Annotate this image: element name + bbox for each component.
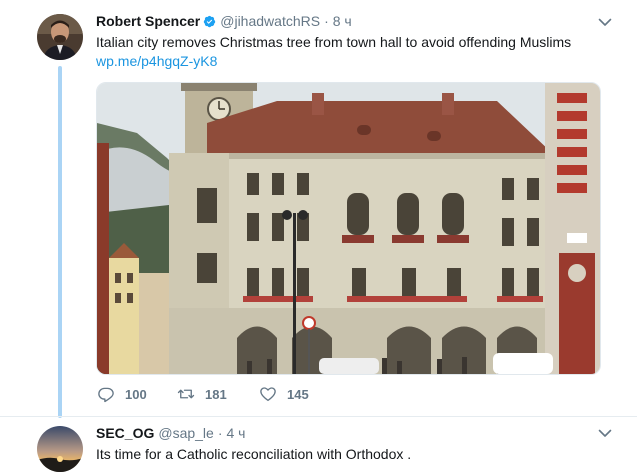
tweet-link[interactable]: wp.me/p4hgqZ-yK8 — [96, 53, 217, 69]
tweet-text: Italian city removes Christmas tree from… — [96, 34, 572, 50]
chevron-down-icon[interactable] — [597, 425, 613, 441]
tweet-timestamp[interactable]: 8 ч — [333, 13, 352, 29]
tweet-actions: 100 181 145 — [97, 384, 339, 404]
retweet-count: 181 — [205, 386, 227, 402]
town-hall-photo — [97, 83, 600, 374]
tweet-sec-og[interactable]: SEC_OG @sap_le · 4 ч Its time for a Cath… — [0, 416, 637, 476]
display-name[interactable]: SEC_OG — [96, 425, 154, 441]
chevron-down-icon[interactable] — [597, 14, 613, 30]
tweet-header: Robert Spencer @jihadwatchRS · 8 ч — [96, 11, 597, 31]
avatar[interactable] — [37, 14, 83, 60]
reply-icon — [98, 387, 114, 403]
retweet-icon — [177, 389, 195, 399]
separator-dot: · — [324, 13, 329, 29]
tweet-timestamp[interactable]: 4 ч — [227, 425, 246, 441]
display-name[interactable]: Robert Spencer — [96, 13, 200, 29]
retweet-button[interactable]: 181 — [177, 385, 259, 403]
separator-dot: · — [217, 425, 223, 441]
avatar-image — [37, 426, 83, 472]
avatar[interactable] — [37, 426, 83, 472]
tweet-header: SEC_OG @sap_le · 4 ч — [96, 423, 597, 443]
avatar-image — [37, 14, 83, 60]
user-handle[interactable]: @sap_le — [158, 425, 213, 441]
reply-button[interactable]: 100 — [97, 385, 177, 403]
tweet-media-image[interactable] — [96, 82, 601, 375]
verified-badge-icon — [204, 15, 216, 27]
tweet-robert-spencer[interactable]: Robert Spencer @jihadwatchRS · 8 ч Itali… — [0, 0, 637, 414]
heart-icon — [260, 387, 276, 402]
user-handle[interactable]: @jihadwatchRS — [220, 13, 320, 29]
like-button[interactable]: 145 — [259, 385, 339, 403]
like-count: 145 — [287, 386, 309, 402]
reply-count: 100 — [125, 386, 147, 402]
tweet-text: Its time for a Catholic reconciliation w… — [96, 446, 412, 462]
